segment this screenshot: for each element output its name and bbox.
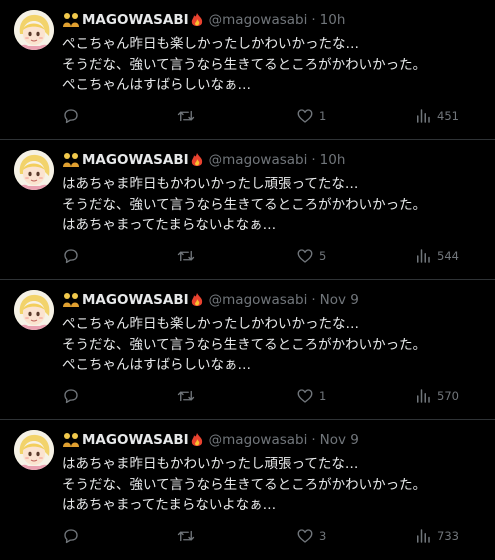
handle[interactable]: @magowasabi <box>209 292 308 308</box>
retweet-button[interactable] <box>176 526 196 546</box>
views-button[interactable]: 544 <box>414 246 459 266</box>
timestamp[interactable]: 10h <box>320 152 346 168</box>
two-people-icon <box>62 152 80 168</box>
retweet-button[interactable] <box>176 386 196 406</box>
avatar[interactable] <box>14 290 54 330</box>
handle[interactable]: @magowasabi <box>209 432 308 448</box>
fire-icon <box>190 152 204 168</box>
tweet-actions: 5 544 <box>62 246 462 266</box>
tweet-text-line: ぺこちゃんはすばらしいなぁ… <box>62 77 251 93</box>
reply-button[interactable] <box>62 386 80 406</box>
avatar[interactable] <box>14 430 54 470</box>
tweet[interactable]: MAGOWASABI @magowasabi · Nov 9 はあちゃま昨日もか… <box>0 420 495 560</box>
like-count: 3 <box>319 529 327 543</box>
tweet-text-line: そうだな、強いて言うなら生きてるところがかわいかった。 <box>62 336 427 353</box>
views-icon <box>417 389 430 403</box>
tweet-text-line: ぺこちゃん昨日も楽しかったしかわいかったな… <box>62 36 359 52</box>
views-button[interactable]: 570 <box>414 386 459 406</box>
tweet-text-line: そうだな、強いて言うなら生きてるところがかわいかった。 <box>62 476 427 493</box>
display-name[interactable]: MAGOWASABI <box>82 432 189 448</box>
tweet-header: MAGOWASABI @magowasabi · Nov 9 <box>62 430 359 450</box>
like-button[interactable]: 3 <box>296 526 326 546</box>
reply-button[interactable] <box>62 246 80 266</box>
tweet[interactable]: MAGOWASABI @magowasabi · Nov 9 ぺこちゃん昨日も楽… <box>0 280 495 420</box>
tweet-actions: 1 570 <box>62 386 462 406</box>
like-icon <box>297 109 313 123</box>
views-button[interactable]: 451 <box>414 106 459 126</box>
handle[interactable]: @magowasabi <box>209 12 308 28</box>
separator: · <box>311 292 316 308</box>
views-icon <box>417 109 430 123</box>
tweet-header: MAGOWASABI @magowasabi · 10h <box>62 10 345 30</box>
tweet-text: はあちゃま昨日もかわいかったし頑張ってたな… そうだな、強いて言うなら生きてると… <box>62 454 487 516</box>
like-count: 1 <box>319 389 327 403</box>
tweet-text-line: ぺこちゃんはすばらしいなぁ… <box>62 357 251 373</box>
tweet-text: はあちゃま昨日もかわいかったし頑張ってたな… そうだな、強いて言うなら生きてると… <box>62 174 487 236</box>
fire-icon <box>190 292 204 308</box>
view-count: 570 <box>437 389 459 403</box>
tweet-text: ぺこちゃん昨日も楽しかったしかわいかったな… そうだな、強いて言うなら生きてると… <box>62 314 487 376</box>
two-people-icon <box>62 432 80 448</box>
reply-icon <box>64 529 78 544</box>
view-count: 451 <box>437 109 459 123</box>
avatar[interactable] <box>14 10 54 50</box>
like-button[interactable]: 1 <box>296 386 326 406</box>
handle[interactable]: @magowasabi <box>209 152 308 168</box>
display-name[interactable]: MAGOWASABI <box>82 292 189 308</box>
tweet-text-line: ぺこちゃん昨日も楽しかったしかわいかったな… <box>62 316 359 332</box>
views-icon <box>417 249 430 263</box>
tweet-text-line: はあちゃま昨日もかわいかったし頑張ってたな… <box>62 456 359 472</box>
retweet-icon <box>177 110 195 122</box>
retweet-icon <box>177 250 195 262</box>
retweet-icon <box>177 390 195 402</box>
tweet-text-line: はあちゃまってたまらないよなぁ… <box>62 497 277 513</box>
like-button[interactable]: 1 <box>296 106 326 126</box>
display-name[interactable]: MAGOWASABI <box>82 12 189 28</box>
avatar[interactable] <box>14 150 54 190</box>
two-people-icon <box>62 12 80 28</box>
views-button[interactable]: 733 <box>414 526 459 546</box>
timeline-feed: MAGOWASABI @magowasabi · 10h ぺこちゃん昨日も楽しか… <box>0 0 495 558</box>
tweet-actions: 1 451 <box>62 106 462 126</box>
tweet[interactable]: MAGOWASABI @magowasabi · 10h はあちゃま昨日もかわい… <box>0 140 495 280</box>
like-button[interactable]: 5 <box>296 246 326 266</box>
fire-icon <box>190 432 204 448</box>
view-count: 544 <box>437 249 459 263</box>
views-icon <box>417 529 430 543</box>
tweet-text-line: そうだな、強いて言うなら生きてるところがかわいかった。 <box>62 196 427 213</box>
reply-icon <box>64 249 78 264</box>
like-icon <box>297 249 313 263</box>
tweet-header: MAGOWASABI @magowasabi · 10h <box>62 150 345 170</box>
tweet-text-line: はあちゃまってたまらないよなぁ… <box>62 217 277 233</box>
timestamp[interactable]: 10h <box>320 12 346 28</box>
separator: · <box>311 152 316 168</box>
retweet-icon <box>177 530 195 542</box>
separator: · <box>311 12 316 28</box>
tweet-text: ぺこちゃん昨日も楽しかったしかわいかったな… そうだな、強いて言うなら生きてると… <box>62 34 487 96</box>
tweet-text-line: そうだな、強いて言うなら生きてるところがかわいかった。 <box>62 56 427 73</box>
reply-icon <box>64 109 78 124</box>
two-people-icon <box>62 292 80 308</box>
view-count: 733 <box>437 529 459 543</box>
retweet-button[interactable] <box>176 246 196 266</box>
retweet-button[interactable] <box>176 106 196 126</box>
separator: · <box>311 432 316 448</box>
like-icon <box>297 389 313 403</box>
reply-button[interactable] <box>62 526 80 546</box>
display-name[interactable]: MAGOWASABI <box>82 152 189 168</box>
like-icon <box>297 529 313 543</box>
timestamp[interactable]: Nov 9 <box>320 432 359 448</box>
timestamp[interactable]: Nov 9 <box>320 292 359 308</box>
reply-button[interactable] <box>62 106 80 126</box>
like-count: 1 <box>319 109 327 123</box>
like-count: 5 <box>319 249 327 263</box>
fire-icon <box>190 12 204 28</box>
tweet-text-line: はあちゃま昨日もかわいかったし頑張ってたな… <box>62 176 359 192</box>
tweet-actions: 3 733 <box>62 526 462 546</box>
tweet-header: MAGOWASABI @magowasabi · Nov 9 <box>62 290 359 310</box>
tweet[interactable]: MAGOWASABI @magowasabi · 10h ぺこちゃん昨日も楽しか… <box>0 0 495 140</box>
reply-icon <box>64 389 78 404</box>
